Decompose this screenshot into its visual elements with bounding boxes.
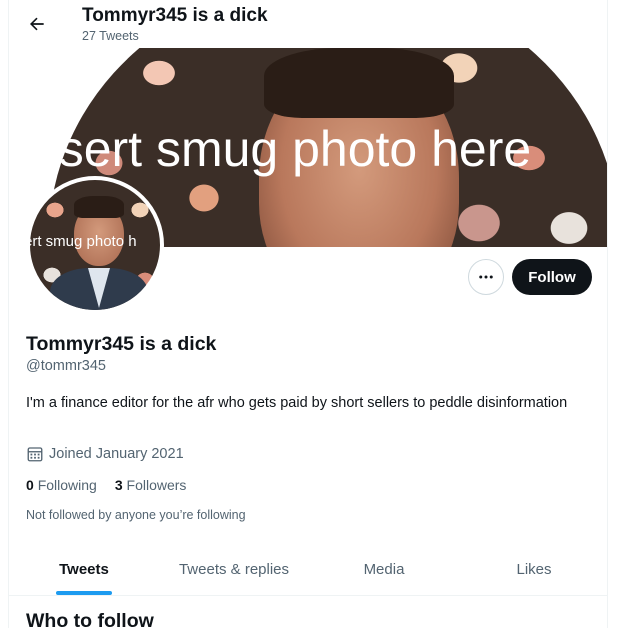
tab-label: Tweets <box>59 561 109 578</box>
avatar-overlay-text: ert smug photo h <box>26 233 137 250</box>
profile-tabs: Tweets Tweets & replies Media Likes <box>9 544 607 596</box>
followers-link[interactable]: 3 Followers <box>115 477 187 493</box>
back-button[interactable] <box>21 8 53 40</box>
tab-label: Media <box>363 561 405 578</box>
banner-overlay-text: Insert smug photo here <box>17 121 532 177</box>
followers-count: 3 <box>114 477 123 493</box>
not-followed-note: Not followed by anyone you’re following <box>26 508 246 522</box>
following-link[interactable]: 0 Following <box>26 477 97 493</box>
follow-stats: 0 Following 3 Followers <box>26 477 186 493</box>
avatar-hair <box>74 196 124 218</box>
joined-text: Joined January 2021 <box>49 446 184 462</box>
following-label: Following <box>37 477 97 493</box>
back-arrow-icon <box>30 17 44 31</box>
profile-handle: @tommr345 <box>26 358 106 374</box>
follow-button[interactable]: Follow <box>512 259 592 295</box>
profile-column: Tommyr345 is a dick 27 Tweets Insert smu… <box>8 0 608 628</box>
profile-name: Tommyr345 is a dick <box>26 333 217 355</box>
banner-hair <box>264 48 454 118</box>
avatar[interactable]: ert smug photo h <box>26 176 164 314</box>
followers-label: Followers <box>126 477 187 493</box>
who-to-follow-title: Who to follow <box>26 610 154 628</box>
tab-tweets-replies[interactable]: Tweets & replies <box>159 544 309 595</box>
calendar-icon <box>27 447 43 462</box>
profile-bio: I'm a finance editor for the afr who get… <box>26 395 568 411</box>
tab-media[interactable]: Media <box>309 544 459 595</box>
tweet-count: 27 Tweets <box>82 29 139 43</box>
tab-label: Likes <box>516 561 552 578</box>
more-options-button[interactable] <box>468 259 504 295</box>
tab-likes[interactable]: Likes <box>459 544 607 595</box>
joined-date: Joined January 2021 <box>26 445 184 463</box>
active-tab-indicator <box>56 591 112 595</box>
tab-tweets[interactable]: Tweets <box>9 544 159 595</box>
following-count: 0 <box>26 477 34 493</box>
top-bar: Tommyr345 is a dick 27 Tweets <box>9 0 607 48</box>
header-title: Tommyr345 is a dick <box>82 5 268 26</box>
more-icon <box>479 275 493 279</box>
tab-label: Tweets & replies <box>178 561 290 578</box>
